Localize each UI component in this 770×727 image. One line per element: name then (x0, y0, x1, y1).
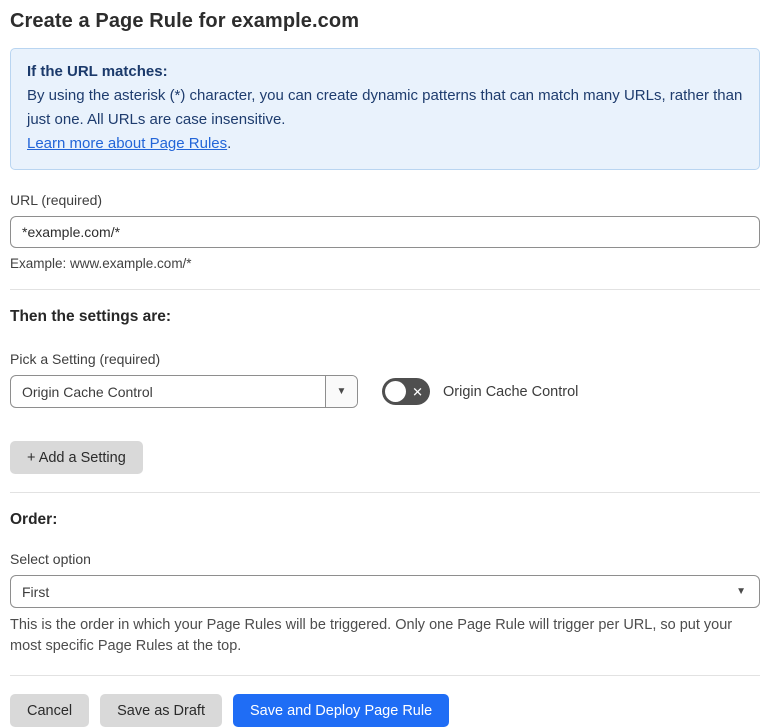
info-heading: If the URL matches: (27, 63, 168, 80)
setting-row: Origin Cache Control ▼ ✕ Origin Cache Co… (10, 375, 760, 408)
url-field-label: URL (required) (10, 192, 103, 208)
url-match-info-banner: If the URL matches: By using the asteris… (10, 48, 760, 170)
chevron-down-icon: ▼ (736, 585, 746, 597)
setting-select[interactable]: Origin Cache Control ▼ (10, 375, 358, 408)
origin-cache-control-toggle[interactable]: ✕ (382, 378, 430, 405)
order-select-label: Select option (10, 551, 91, 567)
info-body: By using the asterisk (*) character, you… (27, 87, 743, 128)
order-helper-text: This is the order in which your Page Rul… (10, 617, 733, 654)
cancel-button[interactable]: Cancel (10, 694, 90, 727)
footer-actions: Cancel Save as Draft Save and Deploy Pag… (10, 694, 760, 727)
add-setting-button[interactable]: + Add a Setting (10, 441, 143, 474)
order-select-value: First (22, 583, 50, 600)
save-and-deploy-button[interactable]: Save and Deploy Page Rule (232, 694, 450, 727)
toggle-off-x-icon: ✕ (412, 384, 423, 399)
url-example-helper: Example: www.example.com/* (10, 256, 192, 271)
learn-more-link[interactable]: Learn more about Page Rules (27, 135, 227, 152)
divider (10, 492, 760, 493)
setting-select-caret-button[interactable]: ▼ (325, 376, 357, 407)
order-section-heading: Order: (10, 511, 58, 528)
divider (10, 289, 760, 290)
pick-setting-label: Pick a Setting (required) (10, 351, 161, 367)
toggle-label: Origin Cache Control (443, 383, 579, 400)
page-title: Create a Page Rule for example.com (10, 10, 360, 32)
chevron-down-icon: ▼ (336, 385, 347, 397)
info-link-period: . (227, 135, 232, 152)
info-link-line: Learn more about Page Rules. (27, 132, 743, 156)
setting-select-value: Origin Cache Control (22, 383, 153, 400)
save-as-draft-button[interactable]: Save as Draft (100, 694, 222, 727)
add-setting-wrap: + Add a Setting (10, 441, 760, 474)
url-input[interactable] (10, 216, 760, 248)
origin-cache-control-toggle-group: ✕ Origin Cache Control (382, 378, 578, 405)
divider (10, 675, 760, 676)
page-rule-form: Create a Page Rule for example.com If th… (0, 0, 770, 727)
settings-section-heading: Then the settings are: (10, 308, 172, 325)
order-select[interactable]: First ▼ (10, 575, 760, 608)
toggle-knob (385, 381, 406, 402)
